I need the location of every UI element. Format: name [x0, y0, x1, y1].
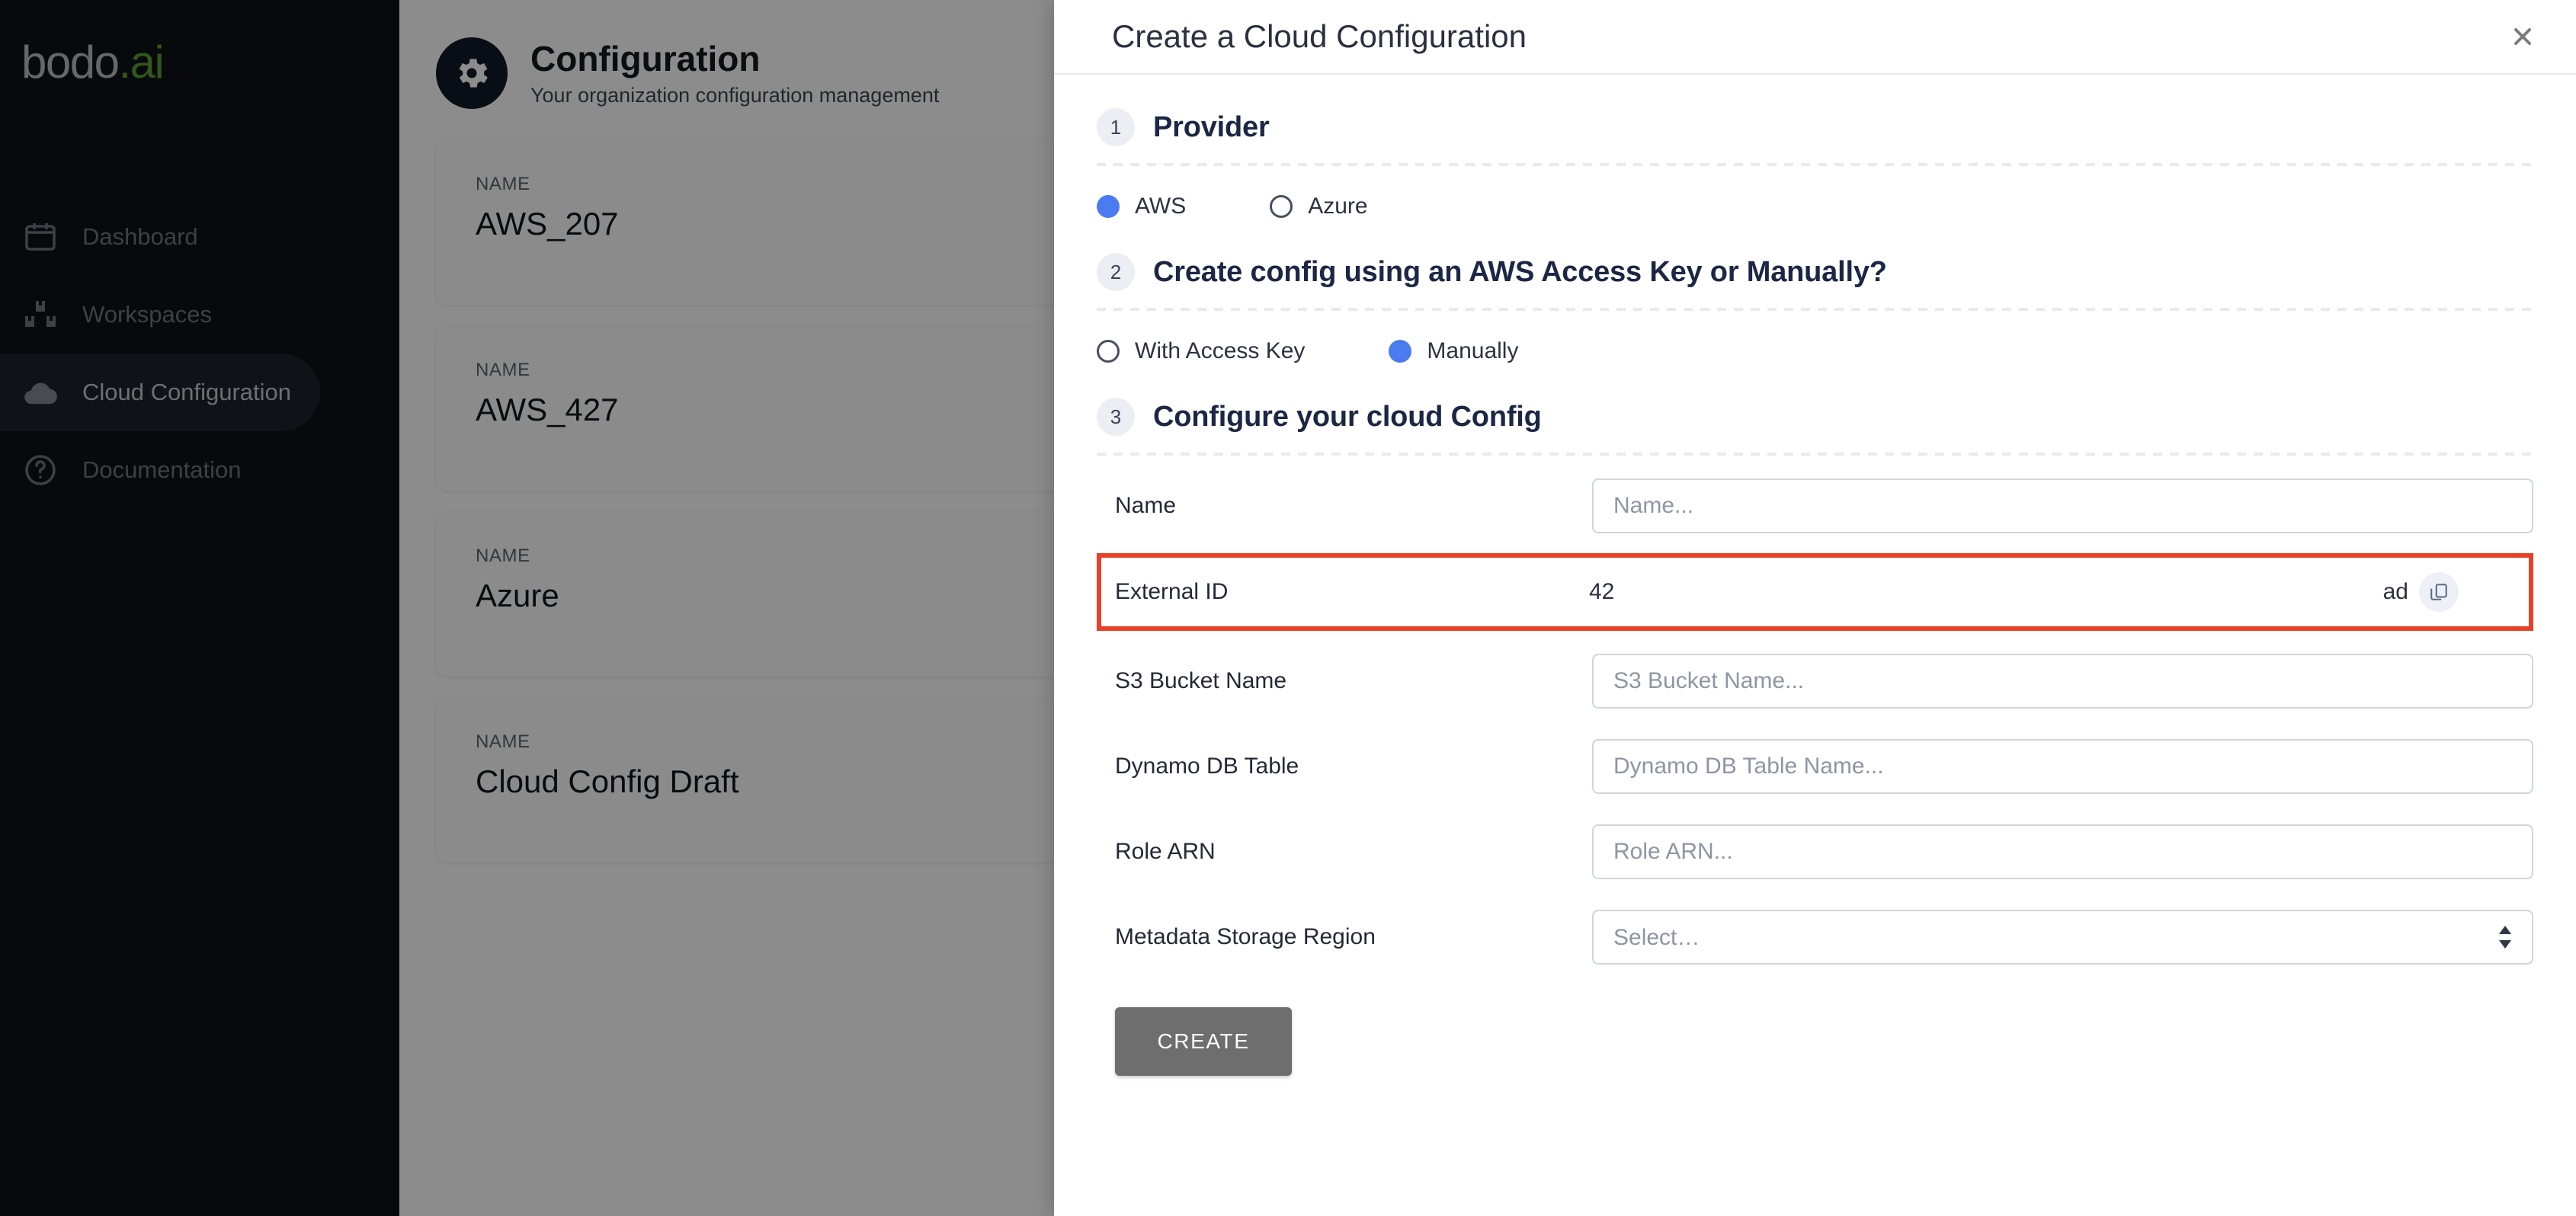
- radio-indicator-empty: [1270, 195, 1293, 218]
- role-arn-label: Role ARN: [1115, 839, 1216, 864]
- step-title: Create config using an AWS Access Key or…: [1153, 255, 1887, 288]
- metadata-region-select[interactable]: Select…: [1592, 910, 2533, 965]
- provider-radio-group: AWS Azure: [1097, 166, 2533, 219]
- step-number: 3: [1097, 398, 1135, 436]
- radio-indicator-empty: [1097, 340, 1120, 363]
- dynamo-table-label: Dynamo DB Table: [1115, 754, 1299, 779]
- step-number: 1: [1097, 108, 1135, 146]
- dynamo-table-input[interactable]: [1592, 739, 2533, 794]
- radio-label: AWS: [1135, 194, 1187, 219]
- form-row-metadata-region: Metadata Storage Region Select…: [1097, 894, 2533, 980]
- create-cloud-configuration-modal: Create a Cloud Configuration 1 Provider …: [1054, 0, 2576, 1216]
- radio-method-manually[interactable]: Manually: [1389, 338, 1518, 364]
- step-title: Configure your cloud Config: [1153, 400, 1542, 433]
- modal-body: 1 Provider AWS Azure 2 Create config usi…: [1054, 75, 2576, 1216]
- name-label: Name: [1115, 493, 1177, 518]
- form-row-s3-bucket: S3 Bucket Name: [1097, 638, 2533, 724]
- close-icon[interactable]: [2504, 18, 2541, 55]
- step-1-header: 1 Provider: [1097, 75, 2533, 146]
- radio-provider-azure[interactable]: Azure: [1270, 194, 1368, 219]
- s3-bucket-label: S3 Bucket Name: [1115, 668, 1287, 693]
- modal-header: Create a Cloud Configuration: [1054, 0, 2576, 75]
- step-number: 2: [1097, 253, 1135, 291]
- step-3-header: 3 Configure your cloud Config: [1097, 364, 2533, 436]
- external-id-label: External ID: [1115, 579, 1229, 604]
- form-row-role-arn: Role ARN: [1097, 809, 2533, 894]
- radio-indicator-selected: [1389, 340, 1412, 363]
- create-button[interactable]: CREATE: [1115, 1007, 1292, 1076]
- step-2-header: 2 Create config using an AWS Access Key …: [1097, 219, 2533, 291]
- external-id-trailing-text: ad: [2382, 579, 2408, 604]
- form-row-dynamo-table: Dynamo DB Table: [1097, 724, 2533, 809]
- modal-title: Create a Cloud Configuration: [1112, 18, 1527, 54]
- copy-icon[interactable]: [2419, 572, 2459, 612]
- form-row-external-id: External ID 42 ad: [1097, 553, 2533, 631]
- s3-bucket-input[interactable]: [1592, 654, 2533, 709]
- step-title: Provider: [1153, 110, 1270, 143]
- radio-label: Azure: [1308, 194, 1368, 219]
- radio-label: Manually: [1427, 338, 1519, 363]
- metadata-region-label: Metadata Storage Region: [1115, 924, 1376, 949]
- app-root: bodo.ai Dashboard Workspaces Cloud Confi…: [0, 0, 2576, 1216]
- role-arn-input[interactable]: [1592, 824, 2533, 879]
- radio-indicator-selected: [1097, 195, 1120, 218]
- form-row-name: Name: [1097, 463, 2533, 549]
- radio-provider-aws[interactable]: AWS: [1097, 194, 1186, 219]
- name-input[interactable]: [1592, 478, 2533, 533]
- external-id-value: 42: [1589, 579, 1615, 604]
- cloud-config-form: Name External ID 42 ad: [1097, 456, 2533, 1076]
- radio-label: With Access Key: [1135, 338, 1306, 363]
- radio-method-with-access-key[interactable]: With Access Key: [1097, 338, 1305, 364]
- method-radio-group: With Access Key Manually: [1097, 311, 2533, 364]
